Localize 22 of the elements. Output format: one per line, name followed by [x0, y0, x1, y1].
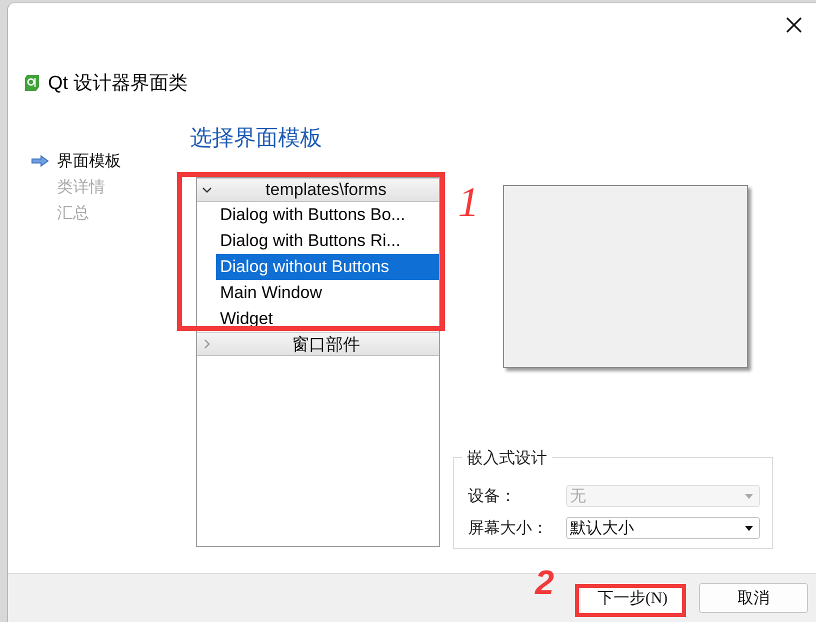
- wizard-title: Qt 设计器界面类: [48, 72, 188, 96]
- template-item[interactable]: Main Window: [216, 280, 439, 306]
- wizard-step: 汇总: [57, 202, 89, 224]
- template-item[interactable]: Widget: [216, 306, 439, 332]
- dropdown[interactable]: 默认大小: [566, 517, 760, 539]
- template-item[interactable]: Dialog without Buttons: [216, 254, 439, 280]
- field-label: 设备：: [468, 486, 517, 506]
- qt-logo-icon: [24, 74, 40, 92]
- template-item[interactable]: Dialog with Buttons Bo...: [216, 202, 439, 228]
- tree-category[interactable]: templates\forms: [197, 178, 439, 202]
- annotation-number: 2: [535, 564, 554, 603]
- wizard-step: 类详情: [57, 176, 105, 198]
- page-heading: 选择界面模板: [190, 124, 323, 152]
- wizard-step: 界面模板: [57, 150, 121, 172]
- tree-category[interactable]: 窗口部件: [197, 332, 439, 356]
- close-icon[interactable]: [785, 16, 803, 34]
- dropdown-arrow-icon[interactable]: [745, 526, 753, 530]
- cancel-button[interactable]: 取消: [699, 583, 808, 613]
- template-item[interactable]: Dialog with Buttons Ri...: [216, 228, 439, 254]
- arrow-icon: [31, 155, 49, 167]
- field-label: 屏幕大小：: [468, 518, 549, 538]
- annotation-number: 1: [458, 179, 479, 227]
